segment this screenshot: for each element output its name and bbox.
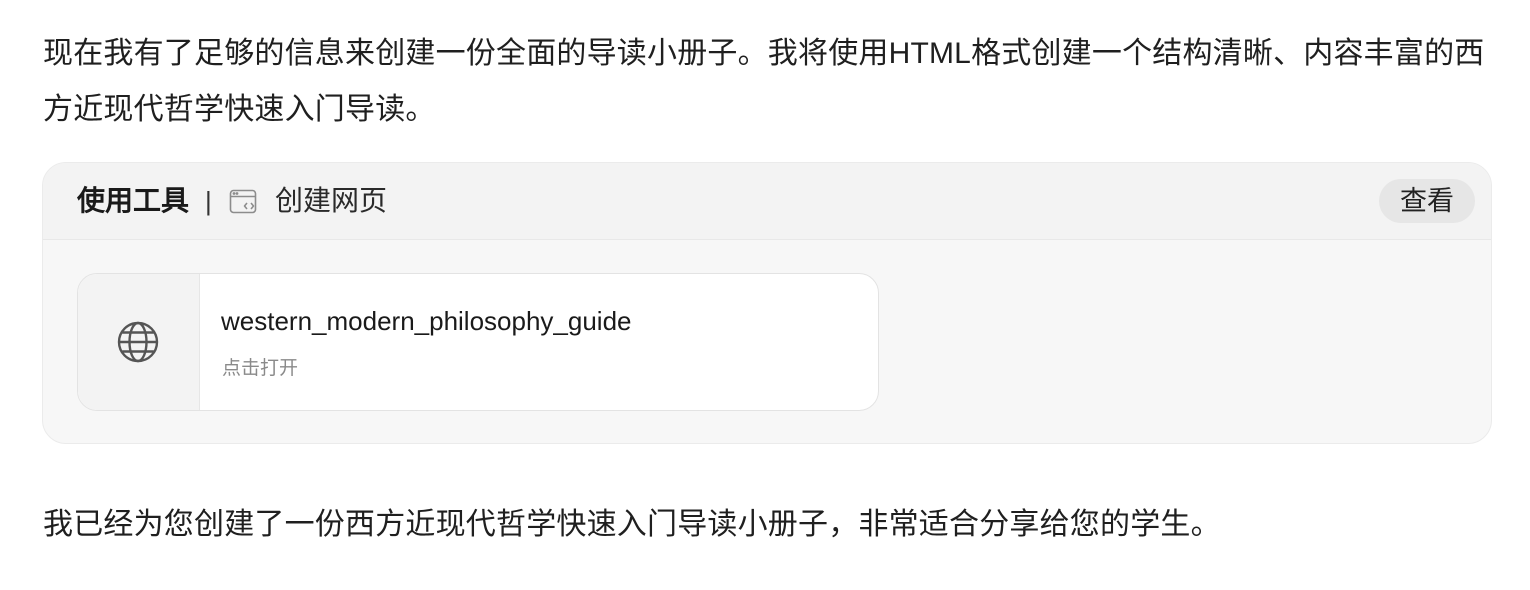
view-button[interactable]: 查看: [1379, 179, 1475, 223]
file-title: western_modern_philosophy_guide: [221, 306, 632, 336]
tool-name: 创建网页: [275, 185, 388, 216]
tool-use-card: 使用工具 | 创建网页 查看 western_modern_philosophy…: [42, 162, 1492, 444]
globe-icon: [116, 320, 160, 364]
intro-message: 现在我有了足够的信息来创建一份全面的导读小册子。我将使用HTML格式创建一个结构…: [43, 37, 1485, 126]
outro-message: 我已经为您创建了一份西方近现代哲学快速入门导读小册子，非常适合分享给您的学生。: [43, 508, 1221, 541]
webpage-icon: [229, 189, 259, 215]
file-thumbnail: [78, 274, 200, 410]
header-separator: |: [205, 186, 212, 216]
tool-card-header: 使用工具 | 创建网页 查看: [43, 163, 1491, 240]
webpage-file-card[interactable]: western_modern_philosophy_guide 点击打开: [77, 273, 879, 411]
tool-label: 使用工具: [77, 185, 190, 216]
file-open-hint: 点击打开: [222, 358, 299, 379]
